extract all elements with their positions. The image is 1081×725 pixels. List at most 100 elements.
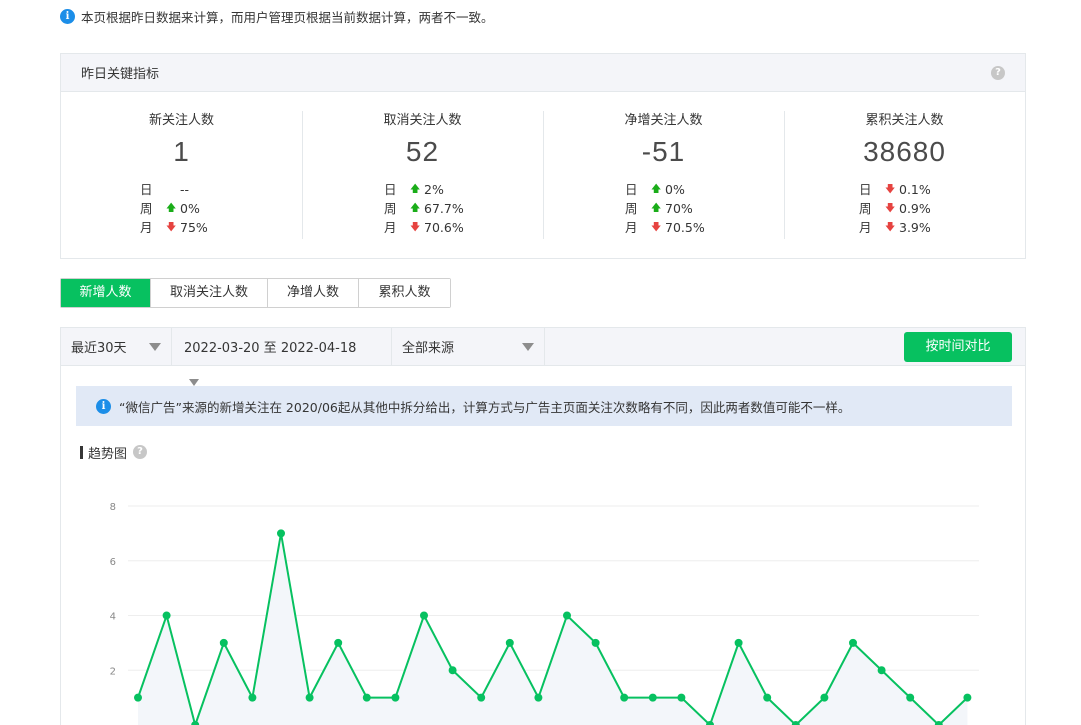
kpi-row-value: 70.6% [424, 220, 464, 235]
kpi-title: 昨日关键指标 [81, 67, 160, 82]
data-point[interactable] [134, 693, 142, 702]
top-tip-text: 本页根据昨日数据来计算，而用户管理页根据当前数据计算，两者不一致。 [81, 9, 494, 25]
kpi-row-value: 0% [665, 182, 685, 197]
kpi-card-value: 52 [405, 136, 440, 167]
data-point[interactable] [505, 638, 514, 647]
arrow-down-icon: 🡇 [885, 203, 896, 214]
kpi-row-month: 月 🡇 70.6% [302, 218, 543, 237]
data-point[interactable] [248, 693, 257, 702]
data-point[interactable] [391, 693, 400, 702]
kpi-row-value: 70.5% [665, 220, 705, 235]
kpi-panel: 昨日关键指标 ? 新关注人数 1 日 -- 周 🡅 0% 月 🡇 75% 取消关注人数 52 日 🡅 2% 周… [60, 53, 1026, 259]
tab-metric-3[interactable]: 净增人数 [268, 279, 359, 307]
kpi-card-value: 1 [173, 136, 190, 167]
kpi-row-value: 0% [180, 201, 200, 216]
arrow-up-icon: 🡅 [410, 184, 421, 195]
kpi-row-label: 月 [140, 220, 153, 235]
kpi-row-month: 月 🡇 3.9% [784, 218, 1025, 237]
metric-tabs: 新增人数 取消关注人数 净增人数 累积人数 [60, 278, 451, 308]
data-point[interactable] [791, 721, 800, 725]
kpi-card: 新关注人数 1 日 -- 周 🡅 0% 月 🡇 75% [61, 111, 302, 239]
arrow-up-icon: 🡅 [651, 203, 662, 214]
kpi-card: 取消关注人数 52 日 🡅 2% 周 🡅 67.7% 月 🡇 70.6% [302, 111, 543, 239]
arrow-up-icon: 🡅 [410, 203, 421, 214]
arrow-up-icon: 🡅 [651, 184, 662, 195]
data-point[interactable] [591, 638, 600, 647]
kpi-row-label: 月 [859, 220, 872, 235]
kpi-row-week: 周 🡅 67.7% [302, 199, 543, 218]
kpi-cards: 新关注人数 1 日 -- 周 🡅 0% 月 🡇 75% 取消关注人数 52 日 🡅 2% 周 🡅 67.7% 月 🡇 7… [61, 92, 1025, 239]
kpi-row-week: 周 🡅 70% [543, 199, 784, 218]
data-point[interactable] [763, 693, 772, 702]
kpi-row-label: 日 [384, 182, 397, 197]
chart-panel: 最近30天 2022-03-20 至 2022-04-18 全部来源 按时间对比… [60, 327, 1026, 725]
kpi-row-label: 周 [384, 201, 397, 216]
kpi-row-day: 日 🡅 2% [302, 180, 543, 199]
kpi-row-value: 70% [665, 201, 693, 216]
data-point[interactable] [706, 721, 714, 725]
arrow-down-icon: 🡇 [885, 222, 896, 233]
kpi-card-title: 累积关注人数 [865, 113, 944, 128]
data-point[interactable] [162, 611, 171, 620]
info-icon: i [60, 8, 75, 24]
y-tick-label: 6 [110, 557, 116, 568]
help-icon[interactable]: ? [991, 65, 1005, 80]
arrow-down-icon: 🡇 [885, 184, 896, 195]
data-point[interactable] [648, 693, 657, 702]
tab-metric-1[interactable]: 新增人数 [61, 279, 151, 307]
top-tip: i 本页根据昨日数据来计算，而用户管理页根据当前数据计算，两者不一致。 [60, 7, 494, 25]
kpi-row-label: 日 [140, 182, 153, 197]
data-point[interactable] [420, 611, 428, 620]
data-point[interactable] [963, 693, 972, 702]
kpi-row-label: 日 [625, 182, 638, 197]
kpi-row-value: 0.1% [899, 182, 931, 197]
arrow-down-icon: 🡇 [410, 222, 421, 233]
kpi-row-label: 周 [140, 201, 153, 216]
data-point[interactable] [934, 721, 943, 725]
data-point[interactable] [820, 693, 829, 702]
kpi-row-value: 75% [180, 220, 208, 235]
y-tick-label: 2 [110, 666, 116, 677]
data-point[interactable] [477, 693, 486, 702]
kpi-header: 昨日关键指标 ? [61, 54, 1025, 92]
data-point[interactable] [677, 693, 686, 702]
data-point[interactable] [219, 638, 228, 647]
series-area [138, 533, 968, 725]
kpi-card-changes: 日 -- 周 🡅 0% 月 🡇 75% [61, 173, 302, 237]
data-point[interactable] [734, 638, 743, 647]
data-point[interactable] [877, 666, 886, 675]
kpi-card-title: 净增关注人数 [624, 113, 703, 128]
kpi-row-value: 3.9% [899, 220, 931, 235]
kpi-row-value: 0.9% [899, 201, 931, 216]
tab-metric-2[interactable]: 取消关注人数 [151, 279, 268, 307]
data-point[interactable] [620, 693, 629, 702]
data-point[interactable] [849, 638, 857, 647]
data-point[interactable] [305, 693, 314, 702]
data-point[interactable] [277, 529, 285, 538]
data-point[interactable] [906, 693, 915, 702]
y-tick-label: 4 [110, 612, 116, 623]
kpi-card-value: 38680 [863, 136, 946, 167]
data-point[interactable] [448, 666, 457, 675]
kpi-row-week: 周 🡇 0.9% [784, 199, 1025, 218]
data-point[interactable] [563, 611, 571, 620]
tab-metric-4[interactable]: 累积人数 [359, 279, 450, 307]
kpi-row-value: 2% [424, 182, 444, 197]
kpi-row-day: 日 -- [61, 180, 302, 199]
arrow-down-icon: 🡇 [651, 222, 662, 233]
kpi-row-label: 月 [625, 220, 638, 235]
kpi-card: 净增关注人数 -51 日 🡅 0% 周 🡅 70% 月 🡇 70.5% [543, 111, 784, 239]
data-point[interactable] [191, 721, 200, 725]
kpi-row-month: 月 🡇 75% [61, 218, 302, 237]
kpi-row-month: 月 🡇 70.5% [543, 218, 784, 237]
kpi-card-changes: 日 🡅 0% 周 🡅 70% 月 🡇 70.5% [543, 173, 784, 237]
kpi-row-label: 日 [859, 182, 872, 197]
trend-line-chart: 2 4 6 8 [110, 502, 979, 725]
data-point[interactable] [362, 693, 371, 702]
data-point[interactable] [334, 638, 343, 647]
kpi-card-changes: 日 🡅 2% 周 🡅 67.7% 月 🡇 70.6% [302, 173, 543, 237]
arrow-down-icon: 🡇 [166, 222, 177, 233]
kpi-card-title: 新关注人数 [148, 113, 214, 128]
data-point[interactable] [534, 693, 543, 702]
kpi-card-title: 取消关注人数 [383, 113, 462, 128]
